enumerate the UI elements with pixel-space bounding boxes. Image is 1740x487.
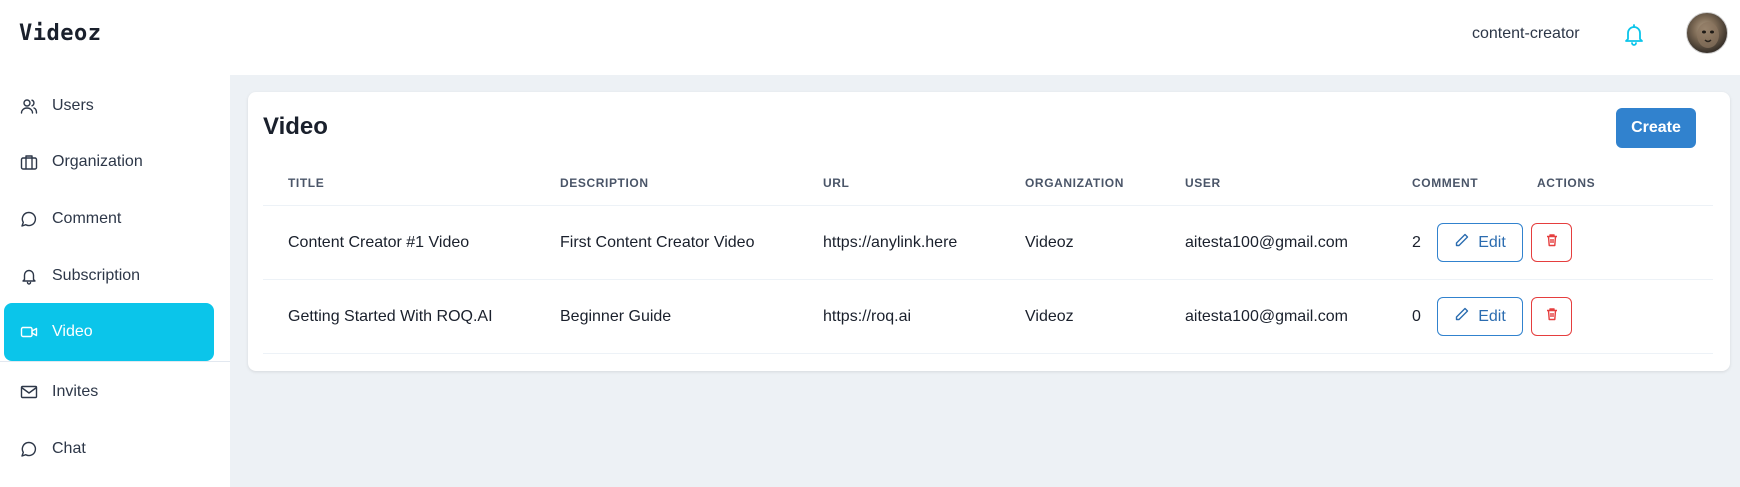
sidebar-item-chat[interactable]: Chat [4,421,214,477]
cell-description: First Content Creator Video [560,234,755,251]
delete-button[interactable] [1531,223,1572,262]
bell-icon [20,267,38,285]
cell-organization: Videoz [1025,308,1074,325]
sidebar-item-label: Chat [52,440,86,457]
video-card: Video Create TITLE DESCRIPTION URL ORGAN… [248,92,1730,371]
user-role-label: content-creator [1472,25,1580,42]
sidebar-item-subscription[interactable]: Subscription [4,248,214,304]
edit-label: Edit [1478,233,1506,251]
mail-icon [20,383,38,401]
cell-title: Content Creator #1 Video [288,234,470,251]
sidebar-divider [0,361,230,362]
sidebar-item-organization[interactable]: Organization [4,134,214,190]
sidebar-item-video[interactable]: Video [4,303,214,361]
trash-icon [1544,306,1560,327]
avatar[interactable] [1686,12,1728,54]
sidebar: Users Organization Comment Subscription [0,75,230,487]
pencil-icon [1454,232,1470,253]
table-row[interactable]: Content Creator #1 Video First Content C… [263,206,1713,280]
briefcase-icon [20,153,38,171]
column-header-url[interactable]: URL [823,176,849,190]
column-header-actions: ACTIONS [1537,176,1596,190]
sidebar-item-label: Subscription [52,267,141,284]
sidebar-item-invites[interactable]: Invites [4,364,214,420]
column-header-title[interactable]: TITLE [288,176,324,190]
cell-comment: 2 [1412,234,1421,251]
cell-comment: 0 [1412,308,1421,325]
video-icon [20,323,38,341]
trash-icon [1544,232,1560,253]
create-button[interactable]: Create [1616,108,1696,148]
cell-url[interactable]: https://anylink.here [823,234,957,252]
cell-organization: Videoz [1025,234,1074,251]
cell-user: aitesta100@gmail.com [1185,308,1348,325]
bell-icon[interactable] [1622,22,1646,48]
chat-bubble-icon [20,440,38,458]
edit-button[interactable]: Edit [1437,297,1523,336]
chat-bubble-icon [20,210,38,228]
sidebar-item-label: Organization [52,153,143,170]
column-header-organization[interactable]: ORGANIZATION [1025,176,1124,190]
column-header-description[interactable]: DESCRIPTION [560,176,649,190]
app-logo[interactable]: Videoz [19,21,101,46]
cell-description: Beginner Guide [560,308,672,325]
delete-button[interactable] [1531,297,1572,336]
sidebar-item-label: Comment [52,210,122,227]
sidebar-item-comment[interactable]: Comment [4,191,214,247]
users-icon [20,97,38,115]
cell-url[interactable]: https://roq.ai [823,308,911,326]
sidebar-item-label: Users [52,97,94,114]
page-title: Video [263,113,328,140]
edit-label: Edit [1478,307,1506,325]
cell-user: aitesta100@gmail.com [1185,234,1348,251]
cell-title: Getting Started With ROQ.AI [288,308,493,325]
sidebar-item-label: Video [52,323,93,340]
edit-button[interactable]: Edit [1437,223,1523,262]
pencil-icon [1454,306,1470,327]
column-header-comment[interactable]: COMMENT [1412,176,1478,190]
top-bar: Videoz content-creator [0,0,1740,75]
column-header-user[interactable]: USER [1185,176,1221,190]
table-row[interactable]: Getting Started With ROQ.AI Beginner Gui… [263,280,1713,354]
sidebar-item-label: Invites [52,383,99,400]
sidebar-item-users[interactable]: Users [4,78,214,134]
table-header: TITLE DESCRIPTION URL ORGANIZATION USER … [263,176,1713,206]
